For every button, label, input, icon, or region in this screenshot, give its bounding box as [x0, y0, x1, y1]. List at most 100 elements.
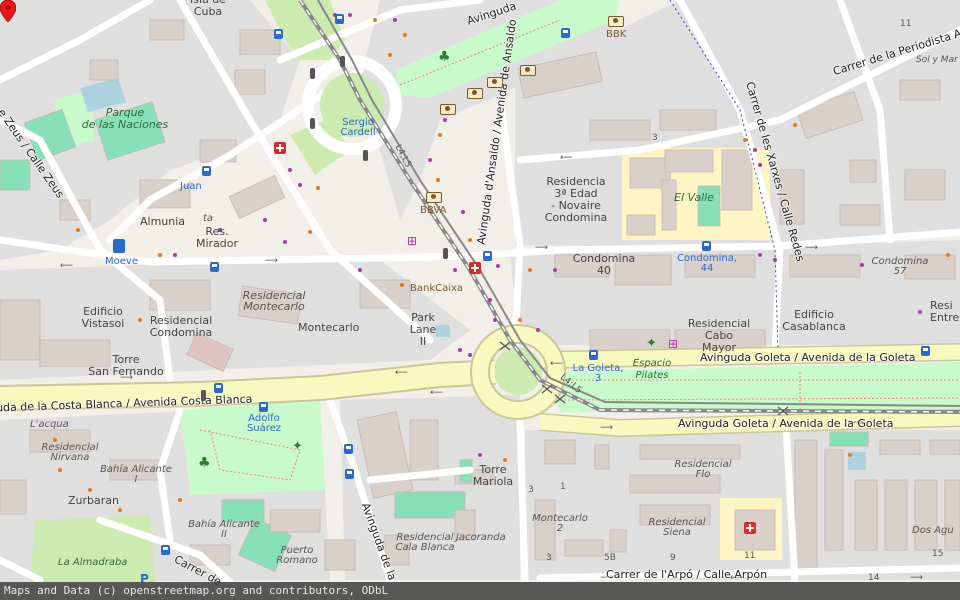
- label-almunia: Almunia: [140, 215, 186, 228]
- bank-icon[interactable]: [467, 88, 483, 99]
- svg-text:⟵: ⟵: [60, 261, 73, 271]
- label-la-almadraba: La Almadraba: [58, 557, 128, 568]
- bus-stop-icon[interactable]: [259, 402, 268, 412]
- house-number: 1: [560, 482, 566, 492]
- house-number: 11: [900, 19, 912, 29]
- bus-stop-icon[interactable]: [335, 14, 344, 24]
- label-residencial-cala-blanca: Residencial Cala Blanca: [395, 532, 455, 553]
- label-espacio-pilates: Espacio Pilates: [632, 358, 672, 381]
- bank-icon[interactable]: [487, 77, 503, 88]
- map-attribution: Maps and Data (c) openstreetmap.org and …: [0, 582, 960, 600]
- shop-icon: ⊞: [407, 234, 418, 248]
- label-resi-entrep: Resi Entrep: [930, 299, 960, 324]
- label-moeve: Moeve: [105, 256, 138, 267]
- bus-stop-icon[interactable]: [561, 28, 570, 38]
- house-number: 15: [932, 549, 944, 559]
- bus-stop-icon[interactable]: [214, 383, 223, 393]
- svg-text:⟵: ⟵: [395, 368, 408, 378]
- label-residencial-cabo: Residencial Cabo Mayor: [687, 317, 751, 354]
- traffic-signal-icon: [201, 390, 206, 401]
- house-number: 11: [744, 551, 756, 561]
- label-residencial-siena: Residencial Siena: [648, 517, 706, 538]
- label-jacoranda: Jacoranda: [456, 532, 506, 543]
- bus-stop-icon[interactable]: [161, 545, 170, 555]
- bus-stop-icon[interactable]: [921, 346, 930, 356]
- svg-text:⟶: ⟶: [535, 243, 548, 253]
- label-isla-cuba: Isla de Cuba: [190, 0, 226, 18]
- label-dos-agu: Dos Agu: [912, 525, 954, 536]
- label-zurbaran: Zurbaran: [68, 494, 119, 507]
- label-bbk: BBK: [606, 29, 627, 40]
- label-bahia-alicante: Bahía Alicante I: [100, 464, 172, 485]
- traffic-signal-icon: [310, 68, 315, 79]
- hospital-icon[interactable]: [744, 522, 756, 534]
- label-residencial-montecarlo: Residencial Montecarlo: [242, 289, 306, 313]
- label-adolfo-suarez: Adolfo Suárez: [246, 413, 282, 434]
- label-el-valle: El Valle: [674, 191, 714, 204]
- svg-text:⟵: ⟵: [550, 359, 563, 369]
- fitness-icon: ✦: [646, 336, 657, 351]
- bank-icon[interactable]: [426, 192, 442, 203]
- playground-icon: ♣: [438, 49, 451, 65]
- bus-stop-icon[interactable]: [345, 469, 354, 479]
- label-bbva: BBVA: [420, 205, 447, 216]
- traffic-signal-icon: [310, 118, 315, 129]
- label-edificio-vistasol: Edificio Vistasol: [81, 305, 125, 330]
- pharmacy-icon[interactable]: [469, 262, 481, 274]
- bus-stop-icon[interactable]: [483, 251, 492, 261]
- label-bankcaixa: BankCaixa: [410, 283, 464, 294]
- label-condomina-40: Condomina 40: [572, 252, 636, 277]
- bank-icon[interactable]: [608, 16, 624, 27]
- label-puerto-romano: Puerto Romano: [276, 545, 318, 566]
- bus-stop-icon[interactable]: [589, 350, 598, 360]
- fitness-icon: ✦: [292, 439, 303, 454]
- label-res-mirador: Res. Mirador: [195, 225, 239, 250]
- bus-stop-icon[interactable]: [344, 444, 353, 454]
- svg-text:⟵: ⟵: [430, 388, 443, 398]
- label-la-goleta-3: La Goleta, 3: [572, 363, 624, 384]
- label-edificio-casablanca: Edificio Casablanca: [782, 308, 846, 333]
- label-residencial-condomina: Residencial Condomina: [149, 314, 213, 339]
- bus-stop-icon[interactable]: [274, 29, 283, 39]
- svg-text:⟶: ⟶: [600, 423, 613, 433]
- label-torre-mariola: Torre Mariola: [472, 463, 514, 488]
- label-montecarlo: Montecarlo: [298, 321, 360, 334]
- house-number: 5B: [604, 553, 616, 563]
- label-ta: ta: [203, 213, 214, 224]
- shop-icon: ⊞: [668, 337, 679, 351]
- house-number: 3: [652, 133, 658, 143]
- label-residencia-novaire: Residencia 3ª Edad - Novaire Condomina: [544, 175, 608, 224]
- bus-stop-icon[interactable]: [202, 166, 211, 176]
- playground-icon: ♣: [198, 455, 211, 471]
- label-park-lane: Park Lane II: [409, 311, 437, 348]
- label-condomina-57: Condomina 57: [871, 256, 929, 277]
- label-montecarlo-2: Montecarlo 2: [532, 513, 588, 534]
- label-lacqua: L'acqua: [30, 419, 69, 430]
- house-number: 3: [528, 485, 534, 495]
- location-marker-icon[interactable]: [0, 0, 16, 22]
- svg-text:⟵: ⟵: [560, 153, 573, 163]
- traffic-signal-icon: [443, 248, 448, 259]
- label-parque-naciones: Parque de las Naciones: [81, 106, 169, 131]
- bus-stop-icon[interactable]: [702, 241, 711, 251]
- bank-icon[interactable]: [440, 104, 456, 115]
- pharmacy-icon[interactable]: [274, 142, 286, 154]
- svg-text:⟶: ⟶: [805, 243, 818, 253]
- house-number: 9: [670, 553, 676, 563]
- label-torre-san-fernando: Torre San Fernando: [88, 353, 164, 378]
- fuel-icon: [113, 239, 125, 253]
- house-number: 3: [546, 553, 552, 563]
- label-sol-y-mar: Sol y Mar: [916, 55, 958, 65]
- traffic-signal-icon: [363, 150, 368, 161]
- label-residencial-flo: Residencial Flo: [674, 459, 732, 480]
- street-label-arpo: Carrer de l'Arpó / Calle Arpón: [606, 568, 768, 581]
- bank-icon[interactable]: [520, 65, 536, 76]
- map-canvas[interactable]: ⟵ ⟵ ⟶ ⟶ ⟵ ⟶ ⟶ ⟵ ⟶ ⟵ ⟵ ⟶ ⟶ ⟶ Avinguda Avi…: [0, 0, 960, 600]
- label-juan: Juan: [180, 181, 202, 192]
- label-condomina-44: Condomina, 44: [676, 253, 738, 274]
- bus-stop-icon[interactable]: [210, 262, 219, 272]
- label-bahia-alicante-2: Bahía Alicante II: [188, 519, 260, 540]
- svg-text:⟶: ⟶: [265, 256, 278, 266]
- label-residencial-nirvana: Residencial Nirvana: [41, 442, 99, 463]
- label-sergio-cardell: Sergio Cardell: [340, 117, 376, 138]
